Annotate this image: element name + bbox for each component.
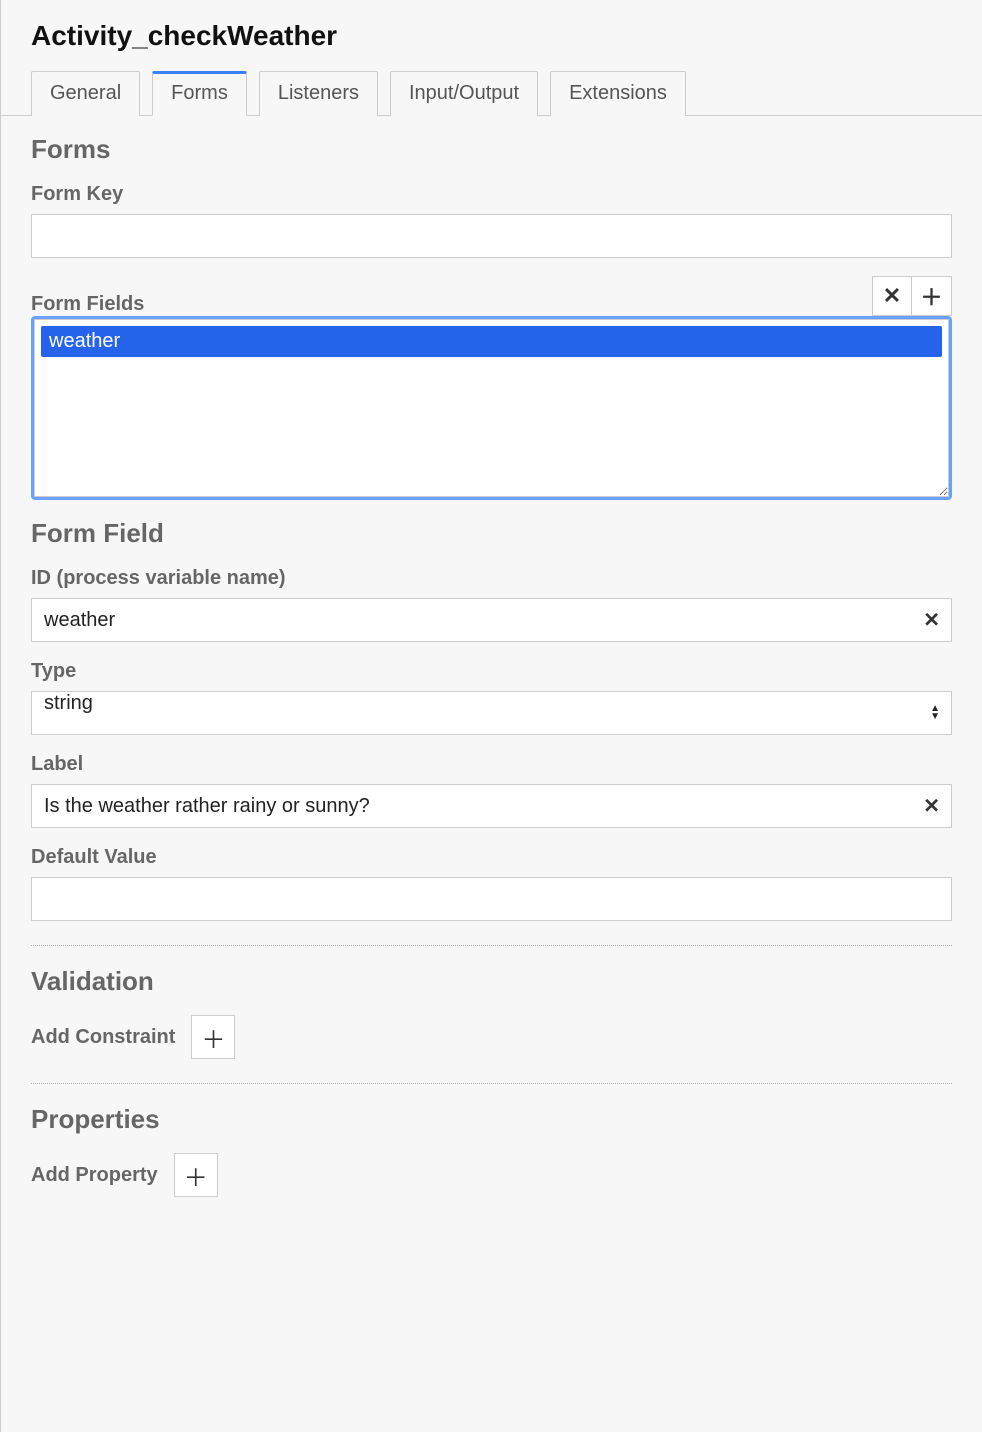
- tab-forms[interactable]: Forms: [152, 71, 247, 116]
- tab-extensions[interactable]: Extensions: [550, 71, 686, 116]
- form-key-group: Form Key: [31, 183, 952, 258]
- add-constraint-row: Add Constraint ＋: [31, 1015, 952, 1059]
- properties-panel: Activity_checkWeather General Forms List…: [0, 0, 982, 1432]
- add-form-field-button[interactable]: ＋: [912, 276, 952, 316]
- list-item[interactable]: weather: [41, 326, 942, 357]
- form-key-input[interactable]: [31, 214, 952, 258]
- id-group: ID (process variable name) ✕: [31, 567, 952, 642]
- add-constraint-button[interactable]: ＋: [191, 1015, 235, 1059]
- type-group: Type string ▲▼: [31, 660, 952, 735]
- form-fields-label: Form Fields: [31, 293, 144, 316]
- validation-heading: Validation: [31, 966, 952, 997]
- add-property-row: Add Property ＋: [31, 1153, 952, 1197]
- form-field-heading: Form Field: [31, 518, 952, 549]
- label-group: Label ✕: [31, 753, 952, 828]
- label-input[interactable]: [31, 784, 952, 828]
- type-select[interactable]: string: [31, 691, 952, 735]
- default-value-label: Default Value: [31, 846, 952, 869]
- add-constraint-label: Add Constraint: [31, 1026, 175, 1049]
- id-input[interactable]: [31, 598, 952, 642]
- tab-general[interactable]: General: [31, 71, 140, 116]
- default-value-group: Default Value: [31, 846, 952, 921]
- plus-icon: ＋: [201, 1020, 225, 1055]
- divider: [31, 945, 952, 946]
- close-icon: ✕: [923, 796, 940, 818]
- tabs: General Forms Listeners Input/Output Ext…: [1, 70, 982, 116]
- clear-id-button[interactable]: ✕: [923, 608, 940, 633]
- tab-input-output[interactable]: Input/Output: [390, 71, 538, 116]
- id-label: ID (process variable name): [31, 567, 952, 590]
- add-property-label: Add Property: [31, 1164, 158, 1187]
- divider: [31, 1083, 952, 1084]
- plus-icon: ＋: [920, 280, 942, 312]
- clear-label-button[interactable]: ✕: [923, 794, 940, 819]
- close-icon: ✕: [883, 283, 901, 309]
- plus-icon: ＋: [184, 1158, 208, 1193]
- form-key-label: Form Key: [31, 183, 952, 206]
- properties-heading: Properties: [31, 1104, 952, 1135]
- page-title: Activity_checkWeather: [31, 20, 952, 52]
- label-label: Label: [31, 753, 952, 776]
- add-property-button[interactable]: ＋: [174, 1153, 218, 1197]
- default-value-input[interactable]: [31, 877, 952, 921]
- form-fields-listbox-wrapper: weather: [31, 316, 952, 500]
- type-label: Type: [31, 660, 952, 683]
- remove-form-field-button[interactable]: ✕: [872, 276, 912, 316]
- forms-heading: Forms: [31, 134, 952, 165]
- form-fields-listbox[interactable]: weather: [34, 319, 949, 497]
- form-fields-group: Form Fields ✕ ＋ weather: [31, 276, 952, 500]
- close-icon: ✕: [923, 610, 940, 632]
- tab-listeners[interactable]: Listeners: [259, 71, 378, 116]
